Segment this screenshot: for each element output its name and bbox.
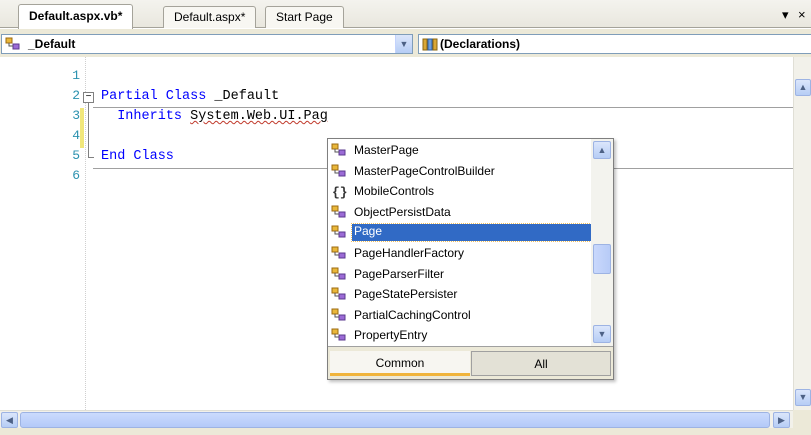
tab-common[interactable]: Common	[330, 351, 470, 376]
document-tab-strip: Default.aspx* Start Page Default.aspx.vb…	[0, 0, 811, 29]
completion-item-label: PropertyEntry	[354, 328, 428, 343]
completion-item[interactable]: PartialCachingControl	[328, 305, 592, 325]
scroll-corner	[793, 410, 811, 435]
navigation-bar: _Default ▼ (Declarations)	[0, 29, 811, 57]
namespace-icon: {}	[331, 183, 348, 200]
line-number: 1	[72, 68, 80, 83]
keyword: Partial Class	[101, 89, 207, 104]
scroll-right-icon[interactable]: ▶	[773, 412, 790, 428]
status-strip	[0, 428, 793, 435]
completion-item-label: PageStatePersister	[354, 287, 458, 302]
method-separator	[93, 107, 793, 108]
declarations-icon	[422, 38, 438, 51]
method-name-value: (Declarations)	[440, 37, 521, 51]
scroll-down-icon[interactable]: ▼	[593, 325, 611, 343]
tab-label: Default.aspx.vb*	[29, 9, 123, 23]
completion-item-label: MobileControls	[354, 184, 435, 199]
tab-start-page[interactable]: Start Page	[265, 6, 344, 28]
line-number: 4	[72, 128, 80, 143]
class-icon	[331, 307, 347, 323]
tab-default-aspx[interactable]: Default.aspx*	[163, 6, 257, 28]
type-reference: System.Web.UI.Pag	[190, 109, 328, 124]
change-tracking-bar	[80, 108, 84, 148]
line-number: 2	[72, 88, 80, 103]
completion-item[interactable]: PageStatePersister	[328, 284, 592, 304]
completion-item[interactable]: PropertyEntry	[328, 325, 592, 345]
class-icon	[331, 266, 347, 282]
class-icon	[331, 286, 347, 302]
gutter-separator	[85, 57, 86, 410]
code-line-3: Inherits System.Web.UI.Pag	[101, 109, 328, 124]
completion-item-label: MasterPageControlBuilder	[354, 163, 495, 178]
class-icon	[331, 327, 347, 343]
close-icon[interactable]: ×	[798, 7, 806, 22]
completion-item-label: PageHandlerFactory	[354, 246, 465, 260]
completion-item[interactable]: PageHandlerFactory	[328, 243, 592, 263]
class-name-value: _Default	[28, 37, 76, 51]
horizontal-scrollbar[interactable]: ◀ ▶	[0, 410, 793, 428]
completion-scrollbar[interactable]: ▲ ▼	[591, 139, 613, 346]
identifier: _Default	[206, 89, 280, 104]
completion-item-label: PageParserFilter	[354, 266, 445, 281]
line-number: 5	[72, 148, 80, 163]
completion-item[interactable]: MasterPageControlBuilder	[328, 161, 592, 181]
tab-all[interactable]: All	[471, 351, 611, 376]
vertical-scrollbar[interactable]: ▲ ▼	[793, 57, 811, 410]
tab-list-dropdown-icon[interactable]: ▾	[782, 7, 789, 23]
line-number: 3	[72, 108, 80, 123]
completion-item[interactable]: ObjectPersistData	[328, 202, 592, 222]
line-number: 6	[72, 168, 80, 183]
tab-default-aspx-vb[interactable]: Default.aspx.vb*	[18, 4, 134, 29]
class-icon	[331, 245, 347, 261]
code-line-2: Partial Class _Default	[101, 89, 279, 104]
class-icon	[5, 37, 20, 50]
completion-item[interactable]: {} MobileControls	[328, 181, 592, 201]
completion-item-label: Page	[351, 223, 592, 243]
completion-filter-tabs: Common All	[328, 346, 613, 379]
class-name-combo[interactable]: _Default ▼	[1, 34, 413, 54]
intellisense-popup: MasterPage MasterPageControlBuilder {} Mobi…	[327, 138, 614, 380]
collapse-region-icon[interactable]: −	[83, 92, 94, 103]
method-name-combo[interactable]: (Declarations)	[418, 34, 811, 54]
class-icon	[331, 163, 347, 179]
class-icon	[331, 204, 347, 220]
outline-end	[88, 157, 94, 158]
scroll-up-icon[interactable]: ▲	[593, 141, 611, 159]
svg-text:{}: {}	[332, 185, 347, 199]
tab-label: Start Page	[276, 10, 333, 24]
completion-item-label: MasterPage	[354, 143, 419, 157]
scroll-left-icon[interactable]: ◀	[1, 412, 18, 428]
completion-scroll-thumb[interactable]	[593, 244, 611, 274]
class-icon	[331, 224, 347, 240]
class-icon	[331, 142, 347, 158]
completion-item[interactable]: Page	[328, 222, 592, 243]
outline-line	[88, 103, 89, 157]
keyword: End Class	[101, 149, 174, 164]
completion-item[interactable]: MasterPage	[328, 140, 592, 160]
completion-item-label: ObjectPersistData	[354, 204, 451, 219]
completion-item-label: PartialCachingControl	[354, 307, 471, 322]
keyword: Inherits	[117, 109, 183, 124]
completion-item[interactable]: PageParserFilter	[328, 264, 592, 284]
scroll-up-icon[interactable]: ▲	[795, 79, 811, 96]
horizontal-scroll-thumb[interactable]	[20, 412, 770, 428]
chevron-down-icon[interactable]: ▼	[395, 35, 412, 53]
code-line-5: End Class	[101, 149, 174, 164]
tab-label: Default.aspx*	[174, 10, 246, 24]
scroll-down-icon[interactable]: ▼	[795, 389, 811, 406]
